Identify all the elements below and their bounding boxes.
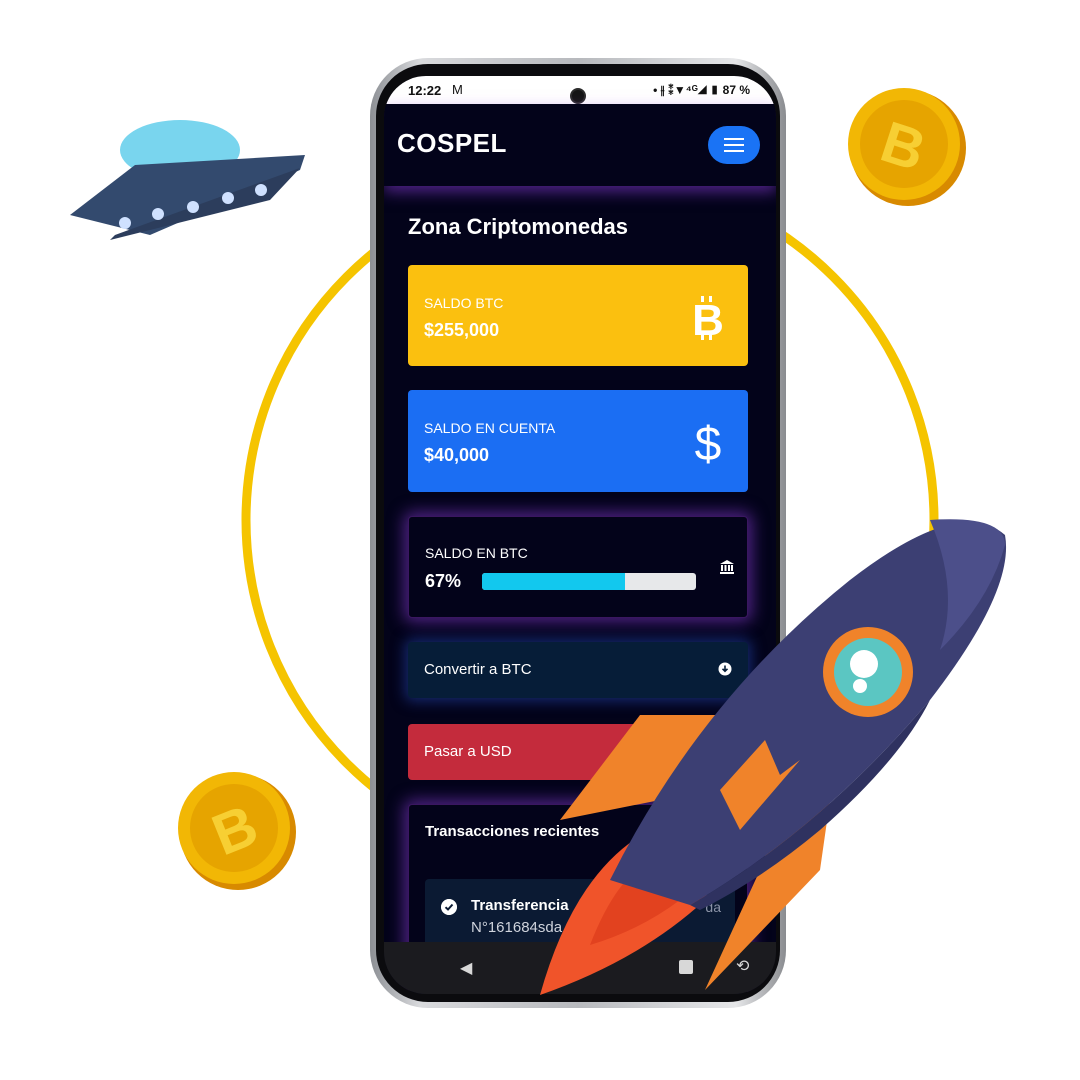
rocket-illustration bbox=[540, 519, 1007, 995]
